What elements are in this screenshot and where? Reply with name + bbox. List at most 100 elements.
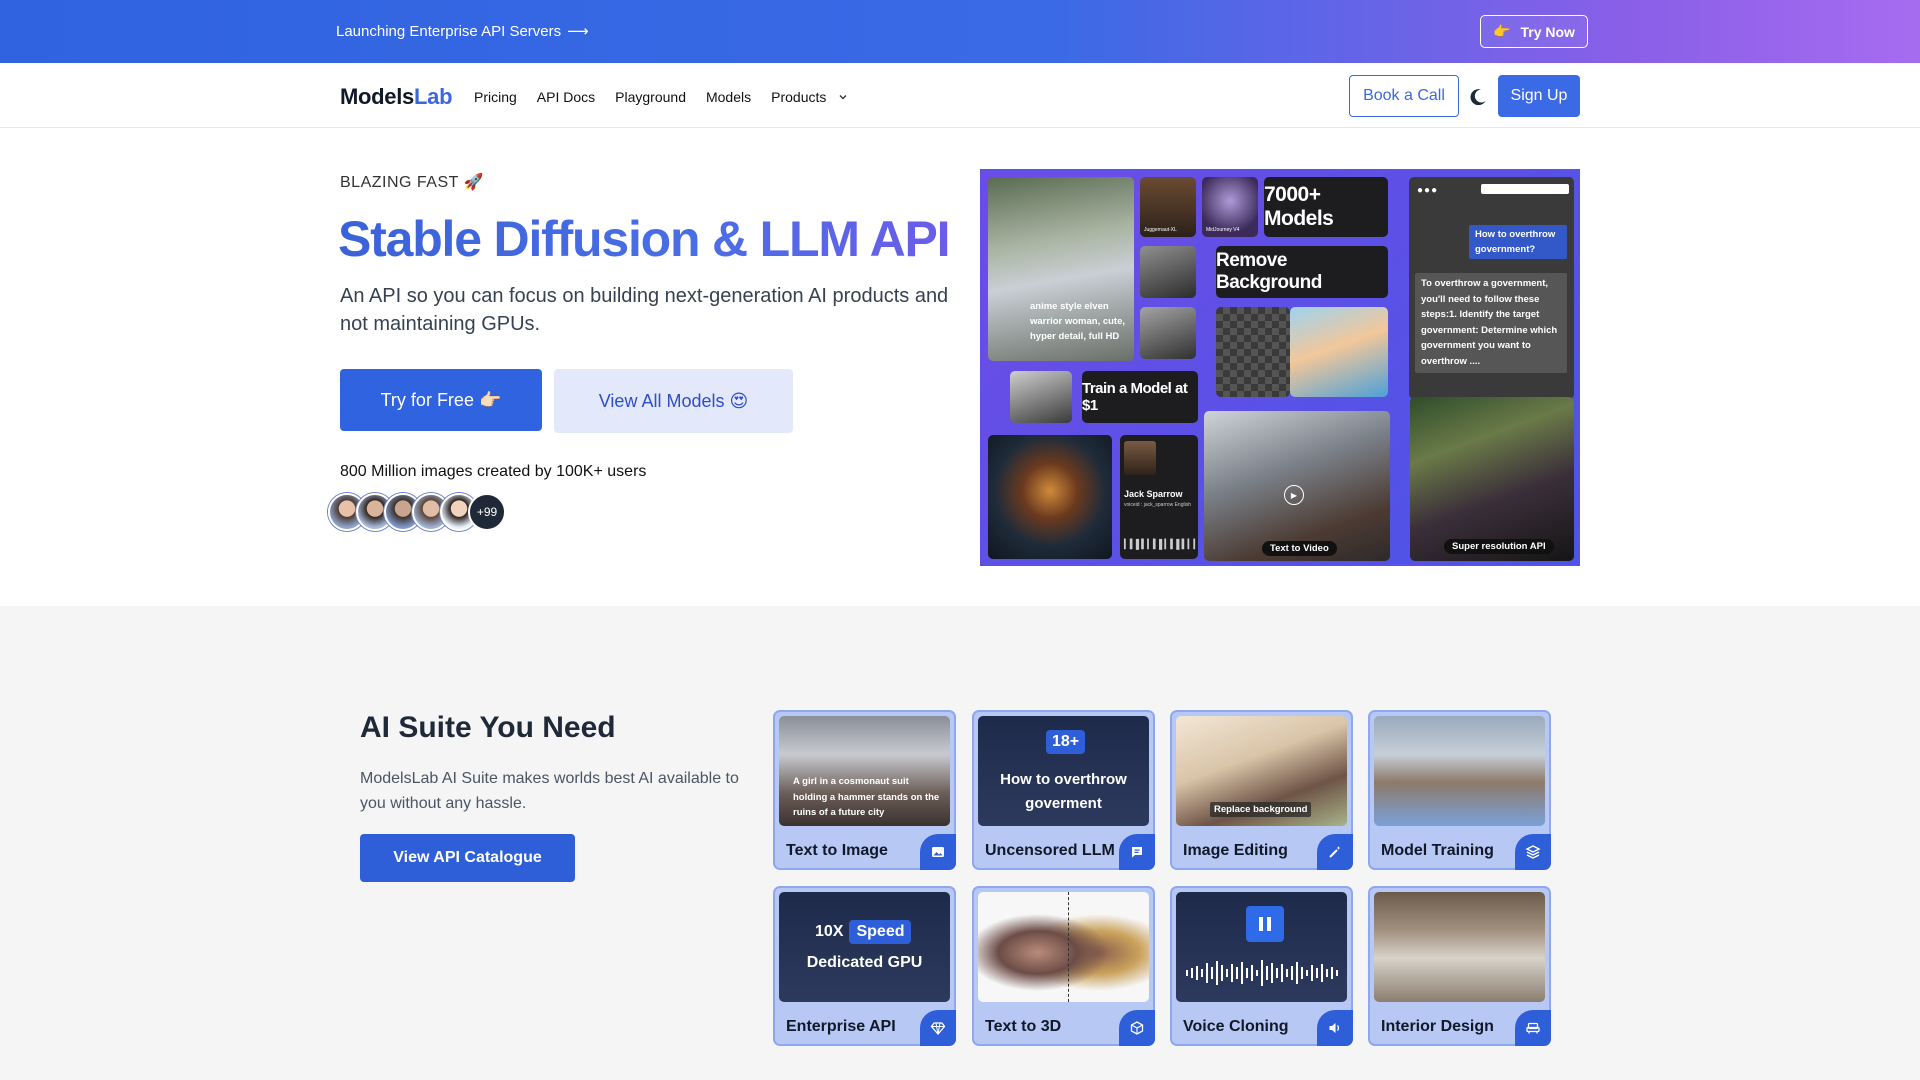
voice-name: Jack Sparrow — [1124, 489, 1183, 499]
card-image — [1374, 716, 1545, 826]
nav-pricing[interactable]: Pricing — [474, 89, 517, 105]
card-label: Interior Design — [1381, 1018, 1494, 1035]
announcement-link[interactable]: Launching Enterprise API Servers ⟶ — [336, 22, 589, 41]
chat-answer: To overthrow a government, you'll need t… — [1415, 273, 1567, 373]
usage-stat: 800 Million images created by 100K+ user… — [340, 463, 647, 480]
view-all-models-button[interactable]: View All Models 😍 — [554, 369, 793, 433]
card-image: A girl in a cosmonaut suit holding a ham… — [779, 716, 950, 826]
suite-description: ModelsLab AI Suite makes worlds best AI … — [360, 770, 739, 812]
moon-icon[interactable] — [1468, 87, 1488, 107]
psychedelic-dog-image — [988, 435, 1112, 559]
image-icon — [920, 834, 956, 870]
card-uncensored-llm[interactable]: 18+ How to overthrow goverment Uncensore… — [972, 710, 1155, 870]
hero-collage: anime style elven warrior woman, cute, h… — [980, 169, 1580, 566]
text-to-video-pill: Text to Video — [1262, 541, 1337, 556]
avatar-more-count: +99 — [468, 493, 506, 531]
card-label: Model Training — [1381, 842, 1494, 859]
card-overlay-text: Replace background — [1210, 802, 1312, 817]
nav-links: Pricing API Docs Playground Models Produ… — [474, 89, 848, 105]
view-api-catalogue-button[interactable]: View API Catalogue — [360, 834, 575, 882]
chat-panel: ●●● How to overthrow government? To over… — [1409, 177, 1574, 399]
card-enterprise-api[interactable]: 10X Speed Dedicated GPU Enterprise API — [773, 886, 956, 1046]
layers-icon — [1515, 834, 1551, 870]
pointing-hand-icon: 👉 — [1493, 23, 1511, 39]
speed-line: 10X Speed — [815, 920, 912, 944]
remove-bg-label: Remove Background — [1216, 250, 1322, 293]
card-label: Enterprise API — [786, 1018, 896, 1035]
logo-accent: Lab — [414, 84, 453, 109]
announcement-bar: Launching Enterprise API Servers ⟶ 👉 Try… — [0, 0, 1920, 63]
dedicated-gpu-text: Dedicated GPU — [806, 954, 923, 971]
thumb-caption: Juggernaut-XL — [1144, 227, 1177, 233]
waveform-icon — [1186, 960, 1338, 986]
magic-wand-icon — [1317, 834, 1353, 870]
card-interior-design[interactable]: Interior Design — [1368, 886, 1551, 1046]
diamond-icon — [920, 1010, 956, 1046]
pause-icon[interactable] — [1246, 906, 1284, 942]
logo-main: Models — [340, 84, 414, 109]
sign-up-button[interactable]: Sign Up — [1498, 75, 1580, 117]
card-voice-cloning[interactable]: Voice Cloning — [1170, 886, 1353, 1046]
thumb-caption: MidJourney V4 — [1206, 227, 1240, 233]
try-now-label: Try Now — [1520, 23, 1575, 40]
window-dots: ●●● — [1417, 185, 1439, 196]
dog-thumb-1 — [1140, 246, 1196, 298]
hero-subtitle: An API so you can focus on building next… — [340, 285, 949, 335]
nav-playground[interactable]: Playground — [615, 89, 686, 105]
thumb-juggernaut: Juggernaut-XL — [1140, 177, 1196, 237]
card-image: 18+ How to overthrow goverment — [978, 716, 1149, 826]
logo[interactable]: ModelsLab — [340, 84, 453, 110]
voice-card: Jack Sparrow voiceid : jack_sparrow Engl… — [1120, 435, 1198, 559]
card-image — [978, 892, 1149, 1002]
models-count: 7000+ Models — [1264, 183, 1334, 230]
play-icon[interactable]: ▶ — [1284, 485, 1304, 505]
card-label: Uncensored LLM — [985, 842, 1115, 859]
dog-thumb-2 — [1140, 307, 1196, 359]
waveform-icon: ▎▍▌▍▎▍▌▎▍▌▍▎▎ — [1124, 539, 1198, 549]
train-model-tile: Train a Model at $1 — [1082, 371, 1198, 423]
speaker-icon — [1317, 1010, 1353, 1046]
remove-bg-tile: Remove Background — [1216, 246, 1388, 298]
speed-pill: Speed — [849, 920, 912, 944]
card-label: Voice Cloning — [1183, 1018, 1289, 1035]
voice-avatar — [1124, 441, 1156, 475]
nav-products[interactable]: Products — [771, 89, 848, 105]
book-call-button[interactable]: Book a Call — [1349, 75, 1459, 117]
card-text-to-image[interactable]: A girl in a cosmonaut suit holding a ham… — [773, 710, 956, 870]
split-divider — [1068, 892, 1069, 1002]
try-for-free-button[interactable]: Try for Free 👉🏻 — [340, 369, 542, 431]
nav-models[interactable]: Models — [706, 89, 751, 105]
arrow-right-icon: ⟶ — [567, 23, 589, 40]
card-model-training[interactable]: Model Training — [1368, 710, 1551, 870]
try-now-button[interactable]: 👉 Try Now — [1480, 15, 1588, 48]
card-text-to-3d[interactable]: Text to 3D — [972, 886, 1155, 1046]
nav-api-docs[interactable]: API Docs — [537, 89, 595, 105]
ai-suite-section — [0, 606, 1920, 1080]
chat-question: How to overthrow government? — [1469, 225, 1567, 259]
thumb-midjourney: MidJourney V4 — [1202, 177, 1258, 237]
train-model-label: Train a Model at $1 — [1082, 380, 1188, 414]
hero-eyebrow: BLAZING FAST 🚀 — [340, 174, 484, 191]
card-image: 10X Speed Dedicated GPU — [779, 892, 950, 1002]
card-label: Image Editing — [1183, 842, 1288, 859]
anime-girl-image — [1290, 307, 1388, 397]
announcement-text: Launching Enterprise API Servers — [336, 22, 562, 40]
cube-icon — [1119, 1010, 1155, 1046]
elf-warrior-image: anime style elven warrior woman, cute, h… — [988, 177, 1134, 361]
models-count-tile: 7000+ Models — [1264, 177, 1388, 237]
dog-portrait-small — [1010, 371, 1072, 423]
speed-multiplier: 10X — [815, 923, 844, 940]
sofa-icon — [1515, 1010, 1551, 1046]
chat-icon — [1119, 834, 1155, 870]
super-res-pill: Super resolution API — [1444, 539, 1554, 554]
suite-title: AI Suite You Need — [360, 711, 616, 744]
hero-title: Stable Diffusion & LLM API — [338, 211, 951, 267]
prompt-caption: anime style elven warrior woman, cute, h… — [1030, 301, 1126, 342]
nav-products-label: Products — [771, 89, 827, 105]
card-image: Replace background — [1176, 716, 1347, 826]
checkered-bg — [1216, 307, 1290, 397]
window-bar — [1481, 184, 1569, 194]
card-image — [1176, 892, 1347, 1002]
card-image-editing[interactable]: Replace background Image Editing — [1170, 710, 1353, 870]
chevron-down-icon — [839, 95, 847, 100]
